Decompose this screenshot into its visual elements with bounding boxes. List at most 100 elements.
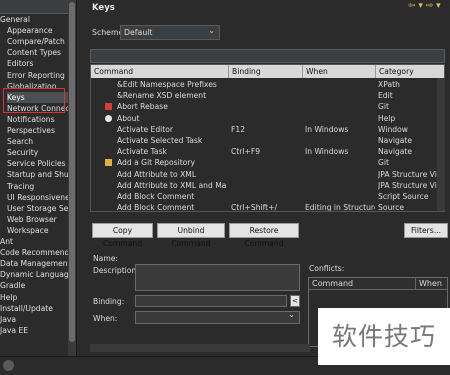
table-row[interactable]: Activate Editor F12 In Windows Window xyxy=(91,124,444,135)
tree-item-code-recommender[interactable]: Code Recommender xyxy=(0,247,76,258)
cell-command: &Rename XSD element xyxy=(117,91,207,101)
binding-field[interactable] xyxy=(135,295,287,307)
keys-highlight-box xyxy=(3,88,65,113)
column-header-category[interactable]: Category xyxy=(376,65,444,78)
preferences-tree[interactable]: General Appearance Compare/Patch Content Ty… xyxy=(0,0,77,356)
cell-command: About xyxy=(117,113,140,123)
cell-command: Activate Task xyxy=(117,147,167,157)
cell-command: Abort Rebase xyxy=(117,102,168,112)
details-hscrollbar[interactable] xyxy=(90,344,310,352)
tree-item-error-reporting[interactable]: Error Reporting xyxy=(7,70,65,81)
scheme-select[interactable]: Default ⌄ xyxy=(120,25,220,40)
conflicts-column-when[interactable]: When xyxy=(416,278,447,290)
cell-binding: Ctrl+F9 xyxy=(231,147,261,157)
table-row[interactable]: Abort Rebase Git xyxy=(91,101,444,112)
table-scrollbar[interactable] xyxy=(437,78,445,211)
table-row[interactable]: Add Block Comment Script Source xyxy=(91,191,444,202)
table-row[interactable]: &Edit Namespace Prefixes XPath xyxy=(91,79,444,90)
chevron-down-icon: ⌄ xyxy=(208,26,215,35)
tree-item-appearance[interactable]: Appearance xyxy=(7,25,53,36)
tree-item-editors[interactable]: Editors xyxy=(7,58,33,69)
cell-command: Add Block Comment xyxy=(117,203,195,212)
conflicts-label: Conflicts: xyxy=(309,264,345,273)
tree-item-web-browser[interactable]: Web Browser xyxy=(7,214,57,225)
cell-command: Activate Editor xyxy=(117,124,174,134)
tree-item-service-policies[interactable]: Service Policies xyxy=(7,158,66,169)
table-row[interactable]: &Rename XSD element Edit xyxy=(91,90,444,101)
tree-item-install-update[interactable]: Install/Update xyxy=(0,303,53,314)
description-label: Description: xyxy=(93,266,139,275)
table-row[interactable]: Add Block Comment Ctrl+Shift+/ Editing in … xyxy=(91,202,444,212)
tree-item-dynamic-languages[interactable]: Dynamic Languages xyxy=(0,269,76,280)
tree-item-data-management[interactable]: Data Management xyxy=(0,258,71,269)
cell-command: Add Attribute to XML xyxy=(117,169,197,179)
table-row[interactable]: Add Attribute to XML JPA Structure View xyxy=(91,169,444,180)
tree-item-java[interactable]: Java xyxy=(0,314,16,325)
name-label: Name: xyxy=(93,254,118,263)
cell-category: Window xyxy=(378,124,408,134)
cell-category: JPA Structure View xyxy=(378,180,444,190)
table-row[interactable]: Add a Git Repository Git xyxy=(91,157,444,168)
cell-category: Navigate xyxy=(378,147,413,157)
tree-item-help[interactable]: Help xyxy=(0,292,17,303)
tree-item-java-ee[interactable]: Java EE xyxy=(0,325,28,336)
column-header-binding[interactable]: Binding xyxy=(229,65,303,78)
table-row[interactable]: Add Attribute to XML and Map... JPA Struc… xyxy=(91,180,444,191)
cell-category: JPA Structure View xyxy=(378,169,444,179)
filters-button[interactable]: Filters... xyxy=(404,223,448,238)
cell-when: In Windows xyxy=(305,124,349,134)
when-select[interactable]: ⌄ xyxy=(135,310,300,324)
tree-item-general[interactable]: General xyxy=(0,14,30,25)
tree-item-ant[interactable]: Ant xyxy=(0,236,13,247)
tree-item-notifications[interactable]: Notifications xyxy=(7,114,55,125)
tree-item-content-types[interactable]: Content Types xyxy=(7,47,61,58)
column-header-command[interactable]: Command xyxy=(91,65,229,78)
tree-item-startup-and-shutd[interactable]: Startup and Shutd xyxy=(7,169,76,180)
cell-command: Add a Git Repository xyxy=(117,158,195,168)
cell-binding: Ctrl+Shift+/ xyxy=(231,203,278,212)
copy-command-button[interactable]: Copy Command xyxy=(92,223,153,248)
cell-category: Git xyxy=(378,158,389,168)
keys-table[interactable]: Command Binding When Category &Edit Name… xyxy=(90,64,445,212)
table-row[interactable]: About Help xyxy=(91,113,444,124)
when-label: When: xyxy=(93,314,118,323)
description-field[interactable] xyxy=(135,264,300,291)
scheme-value: Default xyxy=(124,28,153,37)
tree-filter-input[interactable] xyxy=(0,0,76,14)
cell-category: Git xyxy=(378,102,389,112)
chevron-down-icon: ⌄ xyxy=(288,310,295,319)
page-title: Keys xyxy=(92,3,115,13)
help-icon[interactable] xyxy=(3,360,14,371)
about-icon xyxy=(105,114,112,122)
cell-category: Help xyxy=(378,113,396,123)
tree-item-gradle[interactable]: Gradle xyxy=(0,280,25,291)
cell-command: Add Attribute to XML and Map... xyxy=(117,180,227,190)
tree-item-search[interactable]: Search xyxy=(7,136,33,147)
cell-command: Activate Selected Task xyxy=(117,136,203,145)
tree-item-compare-patch[interactable]: Compare/Patch xyxy=(7,36,65,47)
tree-item-user-storage-serv[interactable]: User Storage Serv xyxy=(7,203,76,214)
tree-scrollbar-thumb[interactable] xyxy=(69,2,75,342)
cell-category: XPath xyxy=(378,80,400,89)
tree-item-ui-responsivenes[interactable]: UI Responsivenes xyxy=(7,192,74,203)
table-row[interactable]: Activate Task Ctrl+F9 In Windows Navigate xyxy=(91,146,444,157)
tree-item-tracing[interactable]: Tracing xyxy=(7,181,34,192)
column-header-when[interactable]: When xyxy=(303,65,376,78)
history-nav-arrows[interactable]: ⇦ ▾ ⇨ ▾ xyxy=(408,1,450,15)
cell-category: Script Source xyxy=(378,192,429,201)
tree-item-perspectives[interactable]: Perspectives xyxy=(7,125,55,136)
page-header xyxy=(78,0,450,17)
cell-command: &Edit Namespace Prefixes xyxy=(117,80,217,89)
cell-when: In Windows xyxy=(305,147,349,157)
binding-menu-button[interactable]: < xyxy=(290,295,300,307)
keys-filter-input[interactable] xyxy=(90,49,445,63)
cell-command: Add Block Comment xyxy=(117,192,195,201)
tree-item-workspace[interactable]: Workspace xyxy=(7,225,49,236)
cell-category: Edit xyxy=(378,91,393,101)
unbind-command-button[interactable]: Unbind Command xyxy=(157,223,225,248)
restore-command-button[interactable]: Restore Command xyxy=(229,223,299,248)
cell-when: Editing in Structure... xyxy=(305,203,375,212)
conflicts-column-command[interactable]: Command xyxy=(309,278,416,290)
tree-item-security[interactable]: Security xyxy=(7,147,38,158)
table-row[interactable]: Activate Selected Task Navigate xyxy=(91,135,444,146)
